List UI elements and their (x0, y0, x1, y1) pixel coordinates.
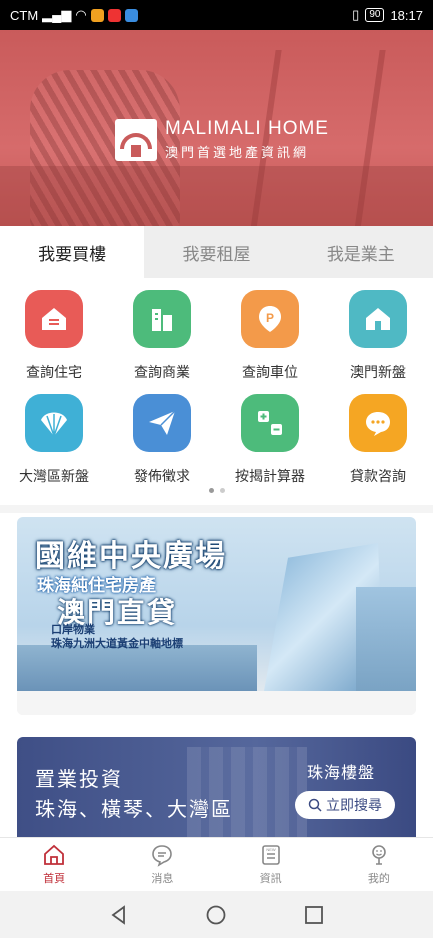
tab-owner[interactable]: 我是業主 (288, 226, 433, 278)
shortcut-post-request[interactable]: 發佈徵求 (108, 394, 216, 498)
home-icon (44, 844, 65, 865)
shortcut-grid: 查詢住宅 查詢商業 P 查詢車位 澳門新盤 大灣區新盤 發佈徵求 按揭計算器 貸… (0, 290, 433, 498)
tab-buy[interactable]: 我要買樓 (0, 226, 145, 278)
tab-rent[interactable]: 我要租屋 (144, 226, 289, 278)
svg-text:NEW: NEW (266, 847, 276, 852)
clock: 18:17 (390, 7, 423, 23)
mode-tabs: 我要買樓 我要租屋 我是業主 (0, 226, 433, 278)
nav-messages[interactable]: 消息 (108, 838, 216, 891)
home-icon (25, 290, 83, 348)
brand-name-en: MALIMALI HOME (165, 118, 329, 139)
shortcut-loan-consult[interactable]: 貸款咨詢 (324, 394, 432, 498)
promo-banner[interactable]: 國維中央廣場 珠海純住宅房產 澳門直貸 口岸物業 珠海九洲大道黃金中軸地標 (17, 517, 416, 715)
parking-icon: P (241, 290, 299, 348)
search-now-button[interactable]: 立即搜尋 (295, 791, 395, 819)
investment-banner[interactable]: 置業投資 珠海、橫琴、大灣區 珠海樓盤 立即搜尋 (17, 737, 416, 837)
investment-title: 置業投資 (35, 767, 123, 791)
back-icon[interactable] (108, 904, 130, 926)
status-bar: CTM ▂▄▆ ◠ ▯ 90 18:17 (0, 0, 433, 30)
new-home-icon (349, 290, 407, 348)
home-circle-icon[interactable] (205, 904, 227, 926)
investment-regions: 珠海、橫琴、大灣區 (35, 797, 233, 821)
shortcut-parking[interactable]: P 查詢車位 (216, 290, 324, 394)
promo-tagline-2: 珠海九洲大道黃金中軸地標 (51, 637, 183, 650)
brand-name-zh: 澳門首選地產資訊網 (165, 146, 310, 161)
app-notification-icon (124, 8, 138, 22)
shortcut-mortgage-calculator[interactable]: 按揭計算器 (216, 394, 324, 498)
profile-icon (372, 845, 386, 865)
promo-fine-print (17, 691, 416, 715)
nav-home[interactable]: 首頁 (0, 838, 108, 891)
system-nav-bar (0, 891, 433, 938)
wifi-icon: ◠ (75, 7, 87, 22)
shortcut-gba-new[interactable]: 大灣區新盤 (0, 394, 108, 498)
recents-icon[interactable] (303, 904, 325, 926)
brand-logo: MALIMALI HOME 澳門首選地產資訊網 (115, 118, 329, 161)
zhuhai-property-label: 珠海樓盤 (307, 763, 376, 782)
promo-title: 國維中央廣場 (35, 539, 227, 574)
chat-icon (349, 394, 407, 452)
calculator-icon (241, 394, 299, 452)
carrier-label: CTM (10, 7, 39, 23)
shortcut-commercial[interactable]: 查詢商業 (108, 290, 216, 394)
logo-house-icon (115, 118, 157, 161)
nav-news[interactable]: NEW 資訊 (217, 838, 325, 891)
svg-text:P: P (266, 311, 274, 325)
hero-banner: MALIMALI HOME 澳門首選地產資訊網 (0, 30, 433, 226)
message-icon (152, 845, 173, 867)
search-icon (308, 798, 322, 812)
app-notification-icon (90, 8, 104, 22)
page-indicator (0, 488, 433, 493)
nav-profile[interactable]: 我的 (325, 838, 433, 891)
signal-icon: ▂▄▆ (42, 7, 72, 22)
news-icon: NEW (261, 845, 280, 865)
shell-icon (25, 394, 83, 452)
app-notification-icon (107, 8, 121, 22)
battery-indicator: 90 (365, 8, 385, 22)
bottom-nav: 首頁 消息 NEW 資訊 我的 (0, 837, 433, 891)
shortcut-macau-new[interactable]: 澳門新盤 (324, 290, 432, 394)
city-image (17, 645, 257, 691)
vibrate-icon: ▯ (352, 7, 360, 22)
shortcut-residential[interactable]: 查詢住宅 (0, 290, 108, 394)
building-icon (133, 290, 191, 348)
paper-plane-icon (133, 394, 191, 452)
